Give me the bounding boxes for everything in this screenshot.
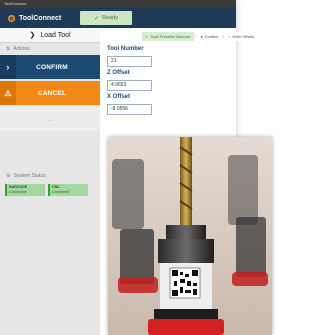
x-offset-label: X Offset — [107, 94, 131, 100]
ready-status-badge: ✓ Ready — [80, 11, 132, 25]
chevron-right-icon: ❯ — [29, 32, 36, 39]
connection-state: Connected — [52, 189, 70, 194]
x-offset-field[interactable]: -8.0556 — [107, 104, 152, 115]
connection-status-row: BARCODE Connected CNC Connected — [5, 184, 88, 196]
cnc-connection-badge: CNC Connected — [48, 184, 88, 196]
step-label: Scan Presetter Barcode — [150, 34, 191, 39]
step-write-offsets[interactable]: ○ Write Offsets — [225, 32, 258, 41]
system-icon: ⚙ — [6, 173, 11, 179]
actions-label-text: Actions — [13, 46, 30, 52]
window-titlebar: ToolConnect — [0, 0, 236, 8]
actions-section-label: ⇅ Actions — [0, 43, 100, 55]
ready-status-text: Ready — [102, 15, 118, 21]
check-icon: ✓ — [94, 15, 100, 22]
tool-holder-photo — [108, 137, 272, 335]
tool-holders-illustration — [108, 137, 272, 335]
z-offset-label: Z Offset — [107, 70, 130, 76]
step-separator-icon: › — [222, 33, 225, 40]
pending-step-circle-icon: ○ — [228, 34, 231, 39]
current-step-dot-icon: ● — [200, 34, 203, 39]
brand-logo: ToolConnect — [0, 8, 77, 28]
sidebar-heading-label: Load Tool — [40, 31, 71, 39]
system-status-label: ⚙ System Status — [6, 173, 46, 179]
barcode-connection-badge: BARCODE Connected — [5, 184, 45, 196]
cancel-button[interactable]: ⚠ CANCEL — [0, 81, 100, 105]
system-status-text: System Status — [13, 173, 46, 179]
gear-logo-icon — [7, 14, 16, 22]
tool-number-field[interactable]: 21 — [107, 56, 152, 67]
warning-icon: ⚠ — [0, 81, 16, 105]
workflow-steps: ✓ Scan Presetter Barcode › ● Confirm › ○… — [142, 32, 258, 41]
app-header: ToolConnect ✓ Ready — [0, 8, 236, 28]
tool-number-label: Tool Number — [107, 46, 144, 52]
brand-name: ToolConnect — [19, 14, 62, 22]
chevron-right-icon: › — [0, 55, 16, 79]
sidebar-heading[interactable]: ❯ Load Tool — [0, 28, 100, 43]
confirm-button[interactable]: › CONFIRM — [0, 55, 100, 79]
confirm-button-label: CONFIRM — [36, 63, 68, 71]
actions-icon: ⇅ — [6, 46, 11, 52]
cancel-button-label: CANCEL — [37, 89, 67, 97]
check-icon: ✓ — [145, 35, 149, 39]
z-offset-field[interactable]: 4.9653 — [107, 80, 152, 91]
step-label: Write Offsets — [232, 34, 255, 39]
step-scan-barcode[interactable]: ✓ Scan Presetter Barcode — [142, 32, 194, 41]
step-separator-icon: › — [194, 33, 197, 40]
qr-code-icon — [169, 267, 201, 299]
sidebar: ❯ Load Tool ⇅ Actions › CONFIRM ⚠ CANCEL… — [0, 28, 100, 335]
step-label: Confirm — [204, 34, 219, 39]
connection-state: Connected — [9, 189, 27, 194]
step-confirm[interactable]: ● Confirm — [197, 32, 222, 41]
empty-action-slot: ... — [0, 107, 100, 131]
